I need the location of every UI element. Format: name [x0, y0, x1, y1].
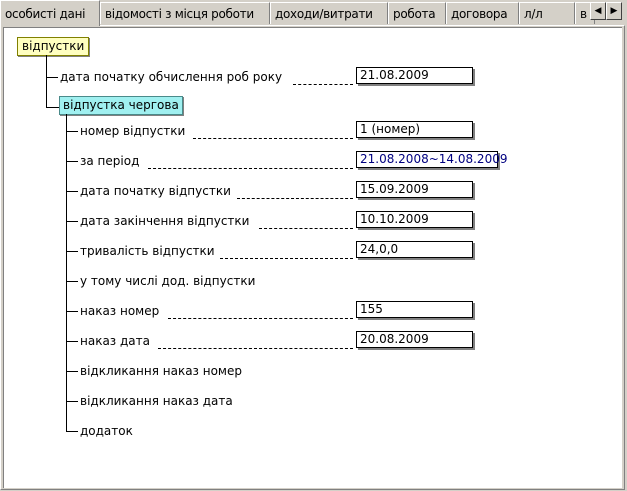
leader-line — [237, 198, 353, 199]
leader-line — [168, 318, 353, 319]
tree-node-regular-vacation[interactable]: відпустка чергова — [59, 96, 183, 115]
tab-work[interactable]: робота — [388, 2, 446, 24]
tab-workplace-info[interactable]: відомості з місця роботи — [100, 2, 270, 24]
period-field[interactable]: 21.08.2008~14.08.2009 — [356, 151, 507, 168]
tree-node-vacations[interactable]: відпустки — [17, 37, 90, 56]
vacation-end-label: дата закінчення відпустки — [80, 214, 250, 228]
tree-connector — [66, 191, 78, 192]
calc-start-label: дата початку обчислення роб року — [60, 70, 283, 84]
leader-line — [220, 258, 353, 259]
order-date-field[interactable]: 20.08.2009 — [356, 331, 473, 348]
tree-connector — [46, 107, 59, 108]
tree-connector — [46, 77, 58, 78]
order-number-label: наказ номер — [80, 304, 160, 318]
tree-connector — [66, 341, 78, 342]
leader-line — [158, 348, 353, 349]
tree-connector — [66, 281, 78, 282]
tab-strip: особисті дані відомості з місця роботи д… — [0, 0, 627, 26]
tree-connector — [66, 431, 78, 432]
tab-personal-data[interactable]: особисті дані — [0, 0, 100, 26]
order-number-field[interactable]: 155 — [356, 301, 473, 318]
leader-line — [259, 228, 353, 229]
order-date-label: наказ дата — [80, 334, 150, 348]
leader-line — [148, 168, 353, 169]
period-label: за період — [80, 154, 140, 168]
tree-connector — [66, 371, 78, 372]
appendix-label[interactable]: додаток — [80, 424, 133, 438]
tree-connector — [66, 131, 78, 132]
vacation-duration-label: тривалість відпустки — [80, 244, 215, 258]
scroll-right-icon[interactable]: ▶ — [606, 2, 622, 20]
recall-order-date-label[interactable]: відкликання наказ дата — [80, 394, 233, 408]
vacation-start-field[interactable]: 15.09.2009 — [356, 181, 473, 198]
tree-connector — [46, 55, 47, 108]
tree-connector — [66, 401, 78, 402]
scroll-left-icon[interactable]: ◀ — [590, 2, 606, 20]
recall-order-number-label[interactable]: відкликання наказ номер — [80, 364, 242, 378]
additional-vacation-label[interactable]: у тому числі дод. відпустки — [80, 274, 255, 288]
vacation-number-field[interactable]: 1 (номер) — [356, 121, 473, 138]
vacation-start-label: дата початку відпустки — [80, 184, 231, 198]
vacation-duration-field[interactable]: 24,0,0 — [356, 241, 473, 258]
tree-connector — [66, 311, 78, 312]
vacation-number-label: номер відпустки — [80, 124, 186, 138]
tab-income-expenses[interactable]: доходи/витрати — [270, 2, 388, 24]
vacation-tree: відпустки дата початку обчислення роб ро… — [3, 27, 622, 488]
tab-sick-leave[interactable]: л/л — [519, 2, 575, 24]
tab-contracts[interactable]: договора — [446, 2, 519, 24]
leader-line — [193, 138, 353, 139]
calc-start-field[interactable]: 21.08.2009 — [356, 67, 473, 84]
tree-connector — [66, 161, 78, 162]
tree-connector — [66, 251, 78, 252]
leader-line — [293, 84, 353, 85]
vacation-end-field[interactable]: 10.10.2009 — [356, 211, 473, 228]
tree-connector — [66, 221, 78, 222]
